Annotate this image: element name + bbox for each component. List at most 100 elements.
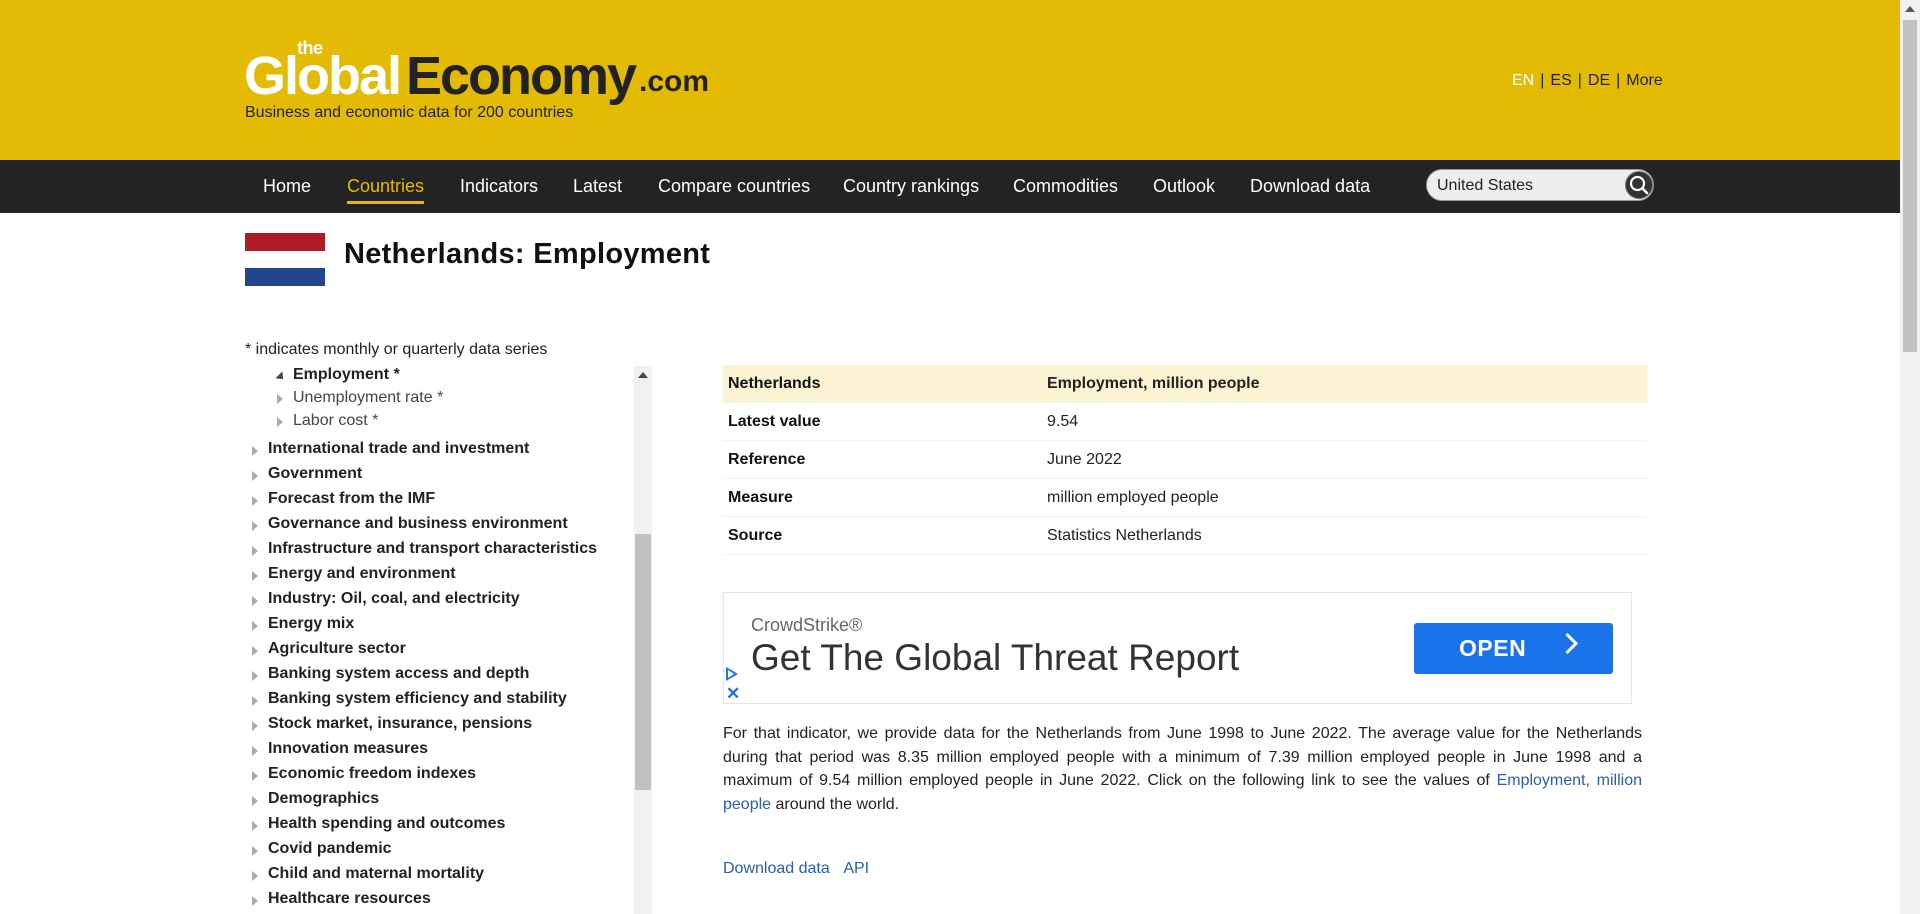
- description-text-end: around the world.: [771, 795, 900, 813]
- sidebar-subitem-unemployment-rate[interactable]: Unemployment rate *: [293, 389, 443, 407]
- sidebar-category[interactable]: Demographics: [268, 790, 379, 808]
- api-link[interactable]: API: [843, 860, 869, 877]
- table-header-indicator: Employment, million people: [1047, 375, 1260, 392]
- site-header: the Global Economy .com Business and eco…: [0, 0, 1900, 160]
- search-input[interactable]: [1437, 176, 1617, 196]
- collapsed-arrow-icon: [277, 417, 283, 427]
- scroll-up-arrow-icon[interactable]: [1905, 6, 1915, 12]
- advertisement-banner[interactable]: CrowdStrike® Get The Global Threat Repor…: [723, 592, 1632, 704]
- flag-stripe-red: [245, 233, 325, 251]
- site-logo[interactable]: the Global Economy .com: [244, 38, 709, 106]
- table-row: Latest value 9.54: [723, 403, 1647, 441]
- search-box: [1426, 169, 1654, 201]
- nav-commodities[interactable]: Commodities: [1013, 176, 1118, 197]
- sidebar-category[interactable]: Covid pandemic: [268, 840, 392, 858]
- download-links: Download data API: [723, 860, 879, 878]
- sidebar-category[interactable]: Energy mix: [268, 615, 354, 633]
- site-tagline: Business and economic data for 200 count…: [245, 104, 574, 121]
- ad-open-button[interactable]: OPEN: [1414, 623, 1613, 674]
- collapsed-arrow-icon: [252, 671, 258, 681]
- ad-brand: CrowdStrike®: [751, 615, 863, 635]
- page-scrollbar[interactable]: [1900, 0, 1920, 914]
- logo-com: .com: [639, 65, 710, 98]
- ad-headline[interactable]: Get The Global Threat Report: [751, 637, 1239, 679]
- lang-de-link[interactable]: DE: [1588, 72, 1610, 90]
- table-header-row: Netherlands Employment, million people: [723, 365, 1647, 403]
- table-row: Measure million employed people: [723, 479, 1647, 517]
- nav-home[interactable]: Home: [263, 176, 311, 197]
- row-value: Statistics Netherlands: [1047, 527, 1202, 544]
- flag-stripe-white: [245, 250, 325, 269]
- ad-close-icon[interactable]: ✕: [726, 684, 740, 704]
- collapsed-arrow-icon: [252, 821, 258, 831]
- collapsed-arrow-icon: [252, 471, 258, 481]
- collapsed-arrow-icon: [252, 771, 258, 781]
- row-value: June 2022: [1047, 451, 1122, 468]
- collapsed-arrow-icon: [252, 546, 258, 556]
- table-header-country: Netherlands: [728, 375, 821, 392]
- nav-country-rankings[interactable]: Country rankings: [843, 176, 979, 197]
- page-scroll-thumb[interactable]: [1903, 20, 1917, 352]
- row-label: Source: [728, 527, 783, 544]
- search-button[interactable]: [1625, 171, 1653, 199]
- collapsed-arrow-icon: [252, 496, 258, 506]
- collapsed-arrow-icon: [252, 846, 258, 856]
- collapsed-arrow-icon: [252, 446, 258, 456]
- collapsed-arrow-icon: [252, 646, 258, 656]
- sidebar-category[interactable]: Banking system access and depth: [268, 665, 529, 683]
- sidebar-category[interactable]: Innovation measures: [268, 740, 428, 758]
- sidebar-category[interactable]: Economic freedom indexes: [268, 765, 476, 783]
- language-switcher: EN | ES | DE | More: [1512, 72, 1663, 90]
- collapsed-arrow-icon: [252, 621, 258, 631]
- row-label: Measure: [728, 489, 793, 506]
- row-value: 9.54: [1047, 413, 1079, 430]
- indicator-sidebar: Employment * Unemployment rate * Labor c…: [245, 366, 652, 914]
- flag-stripe-blue: [245, 268, 325, 286]
- sidebar-category[interactable]: Industry: Oil, coal, and electricity: [268, 590, 520, 608]
- collapsed-arrow-icon: [252, 571, 258, 581]
- sidebar-category[interactable]: Agriculture sector: [268, 640, 406, 658]
- collapsed-arrow-icon: [252, 521, 258, 531]
- sidebar-category[interactable]: Health spending and outcomes: [268, 815, 505, 833]
- lang-separator: |: [1577, 72, 1582, 89]
- nav-countries[interactable]: Countries: [347, 176, 425, 204]
- nav-latest[interactable]: Latest: [573, 176, 622, 197]
- logo-economy: Economy: [406, 46, 637, 106]
- sidebar-category[interactable]: Stock market, insurance, pensions: [268, 715, 532, 733]
- ad-open-label: OPEN: [1459, 635, 1527, 661]
- collapsed-arrow-icon: [252, 721, 258, 731]
- lang-more-link[interactable]: More: [1626, 72, 1662, 90]
- indicator-info-table: Netherlands Employment, million people L…: [723, 365, 1647, 555]
- sidebar-subitem-labor-cost[interactable]: Labor cost *: [293, 412, 378, 430]
- nav-indicators[interactable]: Indicators: [460, 176, 538, 197]
- lang-es-link[interactable]: ES: [1550, 72, 1571, 90]
- sidebar-category[interactable]: Banking system efficiency and stability: [268, 690, 567, 708]
- row-label: Latest value: [728, 413, 821, 430]
- collapsed-arrow-icon: [252, 596, 258, 606]
- sidebar-category[interactable]: International trade and investment: [268, 440, 529, 458]
- row-label: Reference: [728, 451, 806, 468]
- sidebar-category[interactable]: Forecast from the IMF: [268, 490, 435, 508]
- collapsed-arrow-icon: [252, 796, 258, 806]
- nav-outlook[interactable]: Outlook: [1153, 176, 1215, 197]
- collapsed-arrow-icon: [252, 871, 258, 881]
- sidebar-category[interactable]: Energy and environment: [268, 565, 456, 583]
- sidebar-scroll-thumb[interactable]: [635, 534, 651, 790]
- sidebar-category[interactable]: Governance and business environment: [268, 515, 568, 533]
- sidebar-scrollbar[interactable]: [634, 366, 652, 914]
- sidebar-category[interactable]: Government: [268, 465, 362, 483]
- sidebar-category[interactable]: Infrastructure and transport characteris…: [268, 540, 597, 558]
- lang-separator: |: [1616, 72, 1621, 89]
- download-data-link[interactable]: Download data: [723, 860, 830, 877]
- row-value: million employed people: [1047, 489, 1219, 506]
- scroll-up-arrow-icon[interactable]: [638, 372, 648, 378]
- nav-compare-countries[interactable]: Compare countries: [658, 176, 810, 197]
- lang-en-link[interactable]: EN: [1512, 72, 1534, 90]
- lang-separator: |: [1540, 72, 1545, 89]
- nav-download-data[interactable]: Download data: [1250, 176, 1370, 197]
- logo-global: Global: [244, 46, 402, 106]
- sidebar-subitem-employment[interactable]: Employment *: [293, 366, 400, 384]
- search-icon: [1629, 175, 1649, 195]
- sidebar-category[interactable]: Healthcare resources: [268, 890, 431, 908]
- sidebar-category[interactable]: Child and maternal mortality: [268, 865, 484, 883]
